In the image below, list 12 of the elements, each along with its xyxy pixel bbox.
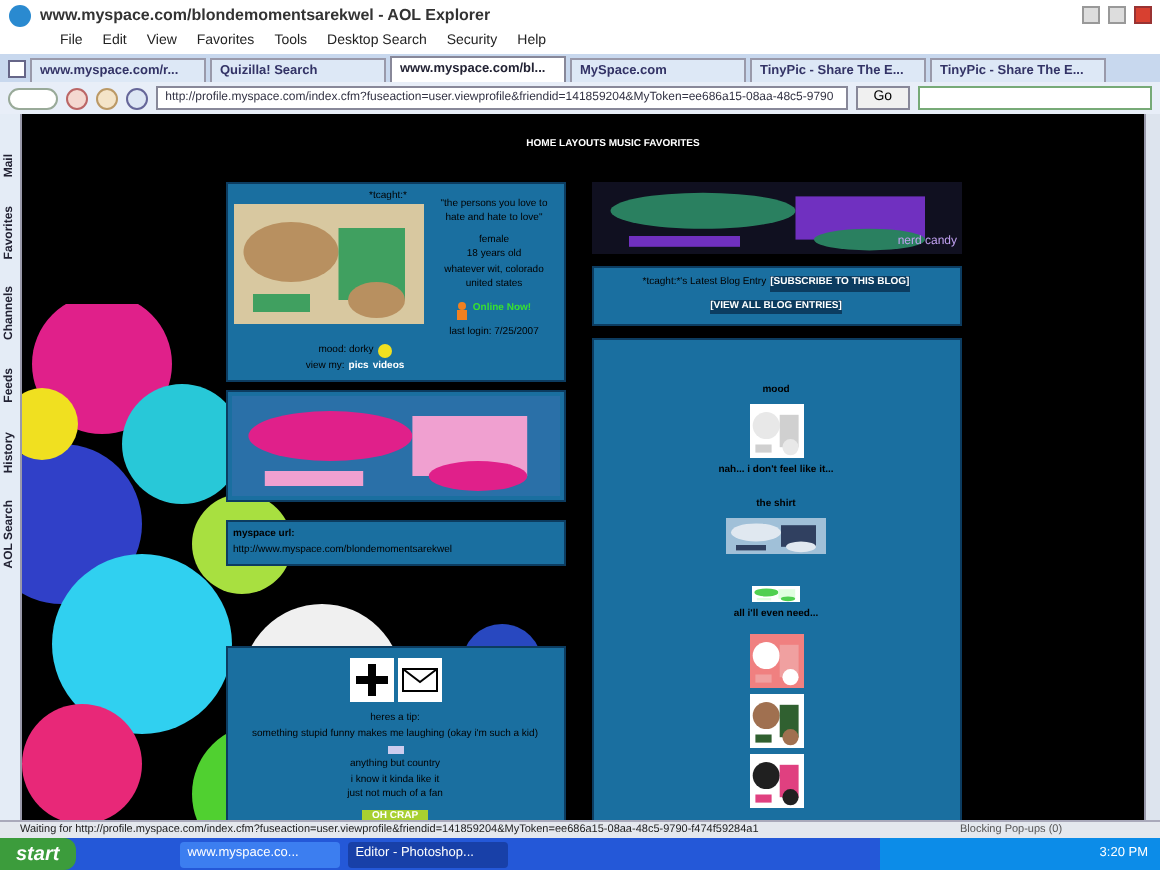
maximize-button[interactable] xyxy=(1108,6,1126,24)
globe-icon xyxy=(8,3,32,27)
search-field[interactable] xyxy=(918,86,1152,110)
new-tab-button[interactable] xyxy=(8,60,26,78)
stop-button[interactable] xyxy=(66,87,89,109)
refresh-button[interactable] xyxy=(96,87,118,109)
close-button[interactable] xyxy=(1134,6,1152,24)
minimize-button[interactable] xyxy=(1082,6,1100,24)
home-button[interactable] xyxy=(125,87,148,109)
window-title: www.myspace.com/blondemomentsarekwel - AOL Explorer xyxy=(40,3,493,27)
back-button[interactable] xyxy=(8,87,59,109)
scrollbar[interactable] xyxy=(1144,114,1160,820)
